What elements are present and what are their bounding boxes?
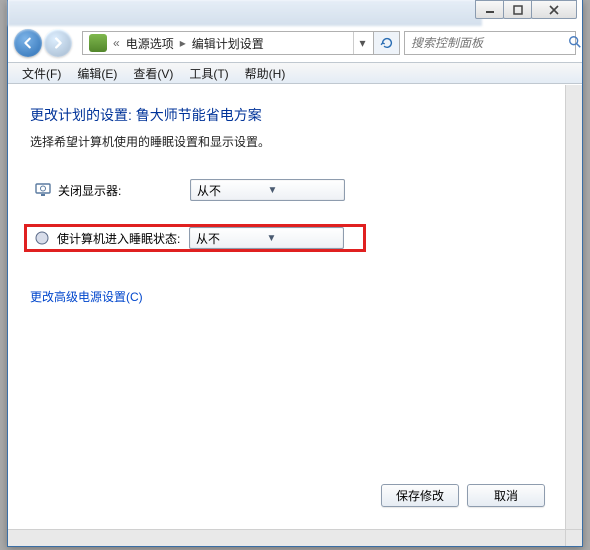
nav-row: « 电源选项 ▸ 编辑计划设置 ▾ xyxy=(8,26,582,60)
back-button[interactable] xyxy=(14,29,42,57)
menubar: 文件(F) 编辑(E) 查看(V) 工具(T) 帮助(H) xyxy=(8,62,582,84)
display-off-combo[interactable]: 从不 ▼ xyxy=(190,179,345,201)
scroll-corner xyxy=(565,529,582,546)
menu-tools[interactable]: 工具(T) xyxy=(181,65,236,82)
vertical-scrollbar[interactable] xyxy=(565,85,582,529)
menu-help[interactable]: 帮助(H) xyxy=(237,65,294,82)
cancel-button[interactable]: 取消 xyxy=(467,484,545,507)
breadcrumb-sep: « xyxy=(111,36,122,50)
setting-row-sleep: 使计算机进入睡眠状态: 从不 ▼ xyxy=(24,224,366,252)
close-button[interactable] xyxy=(531,0,577,19)
search-box[interactable] xyxy=(404,31,576,55)
horizontal-scrollbar[interactable] xyxy=(8,529,565,546)
search-input[interactable] xyxy=(411,36,568,50)
dialog-buttons: 保存修改 取消 xyxy=(381,484,545,507)
window-controls xyxy=(476,0,577,20)
save-button[interactable]: 保存修改 xyxy=(381,484,459,507)
chevron-down-icon: ▼ xyxy=(267,233,338,244)
breadcrumb[interactable]: « 电源选项 ▸ 编辑计划设置 ▾ xyxy=(82,31,374,55)
maximize-button[interactable] xyxy=(503,0,532,19)
breadcrumb-item[interactable]: 电源选项 xyxy=(122,35,178,52)
chevron-down-icon: ▼ xyxy=(268,185,339,196)
control-panel-icon xyxy=(89,34,107,52)
display-off-label: 关闭显示器: xyxy=(58,182,190,199)
breadcrumb-dropdown[interactable]: ▾ xyxy=(353,32,371,54)
titlebar-blur xyxy=(8,0,482,26)
control-panel-window: « 电源选项 ▸ 编辑计划设置 ▾ 文件(F) 编辑(E) 查看(V) 工具(T… xyxy=(7,0,583,547)
setting-row-display: 关闭显示器: 从不 ▼ xyxy=(30,176,543,204)
minimize-button[interactable] xyxy=(475,0,504,19)
page-title: 更改计划的设置: 鲁大师节能省电方案 xyxy=(30,105,543,125)
moon-icon xyxy=(33,229,51,247)
monitor-icon xyxy=(34,181,52,199)
menu-edit[interactable]: 编辑(E) xyxy=(69,65,125,82)
breadcrumb-item[interactable]: 编辑计划设置 xyxy=(188,35,268,52)
advanced-settings-link[interactable]: 更改高级电源设置(C) xyxy=(30,288,143,305)
sleep-combo[interactable]: 从不 ▼ xyxy=(189,227,344,249)
chevron-right-icon: ▸ xyxy=(178,36,188,50)
content-area: 更改计划的设置: 鲁大师节能省电方案 选择希望计算机使用的睡眠设置和显示设置。 … xyxy=(8,85,565,529)
page-subtitle: 选择希望计算机使用的睡眠设置和显示设置。 xyxy=(30,133,543,150)
search-icon[interactable] xyxy=(568,35,582,52)
menu-file[interactable]: 文件(F) xyxy=(14,65,69,82)
forward-button[interactable] xyxy=(44,29,72,57)
menu-view[interactable]: 查看(V) xyxy=(125,65,181,82)
combo-value: 从不 xyxy=(197,182,268,199)
combo-value: 从不 xyxy=(196,230,267,247)
refresh-button[interactable] xyxy=(374,31,400,55)
sleep-label: 使计算机进入睡眠状态: xyxy=(57,230,189,247)
